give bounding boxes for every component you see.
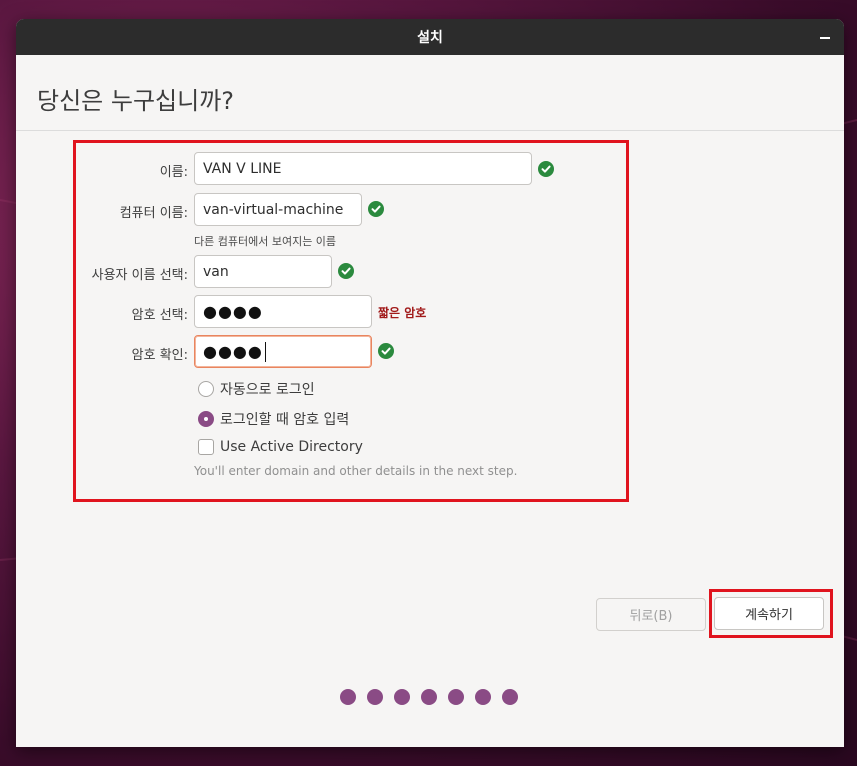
window-title: 설치: [417, 30, 443, 46]
progress-dot: [448, 689, 464, 705]
back-button[interactable]: 뒤로(B): [596, 598, 706, 631]
installer-window: 설치 당신은 누구십니까? 이름: VAN V LINE 컴퓨터 이름: van…: [16, 19, 844, 747]
titlebar: 설치: [16, 19, 844, 55]
progress-dot: [367, 689, 383, 705]
page-title: 당신은 누구십니까?: [37, 87, 235, 115]
progress-dot: [421, 689, 437, 705]
header-divider: [16, 130, 844, 131]
minimize-icon[interactable]: [818, 29, 832, 43]
continue-highlight-box: [709, 589, 833, 638]
progress-dot: [394, 689, 410, 705]
progress-dot: [340, 689, 356, 705]
progress-dot: [475, 689, 491, 705]
progress-dot: [502, 689, 518, 705]
progress-indicator: [340, 689, 518, 705]
form-highlight-box: [73, 140, 629, 502]
